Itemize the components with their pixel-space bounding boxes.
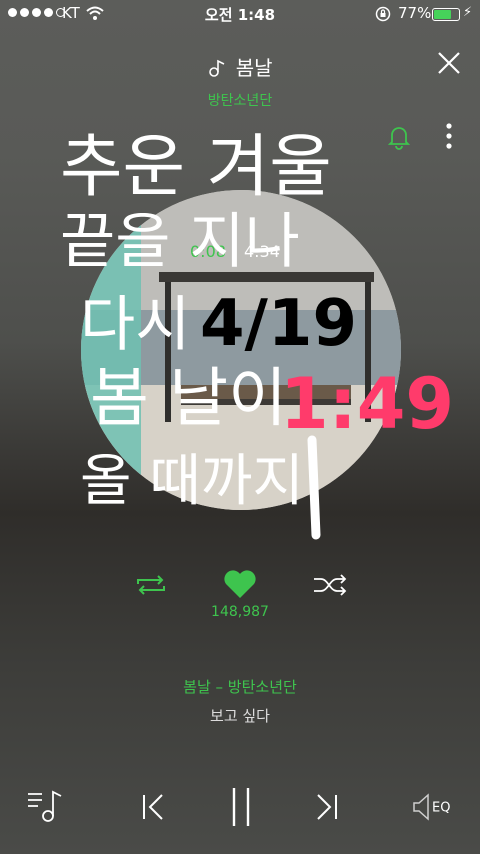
repeat-icon[interactable] xyxy=(134,572,168,602)
playback-time: 0:08 4:34 xyxy=(190,242,280,261)
battery-icon xyxy=(432,8,460,21)
shuffle-icon[interactable] xyxy=(312,572,348,602)
rotation-lock-icon xyxy=(375,6,391,26)
speaker-icon xyxy=(413,793,429,821)
music-note-icon xyxy=(207,56,235,80)
elapsed-time: 0:08 xyxy=(190,242,226,261)
more-options-icon[interactable] xyxy=(444,122,454,154)
bell-icon[interactable] xyxy=(387,124,411,154)
song-title: 봄날 xyxy=(235,56,273,80)
handwriting-line-1: 추운 겨울 xyxy=(60,128,332,207)
previous-track-button[interactable] xyxy=(138,792,168,826)
status-bar: KT 오전 1:48 77% ⚡ xyxy=(0,0,480,28)
song-title-row: 봄날 xyxy=(0,52,480,81)
equalizer-button[interactable]: EQ xyxy=(412,792,450,822)
album-art xyxy=(81,190,401,510)
lyric-line[interactable]: 보고 싶다 xyxy=(0,705,480,726)
total-time: 4:34 xyxy=(243,242,280,261)
now-playing-label: 봄날 – 방탄소년단 xyxy=(183,678,297,696)
pause-button[interactable] xyxy=(228,786,254,832)
charging-icon: ⚡ xyxy=(463,5,473,20)
artist-link[interactable]: 방탄소년단 xyxy=(0,90,480,110)
battery-percent: 77% xyxy=(398,4,432,22)
close-button[interactable] xyxy=(436,50,462,80)
playlist-icon[interactable] xyxy=(26,788,64,828)
like-count: 148,987 xyxy=(211,604,269,620)
next-track-button[interactable] xyxy=(312,792,342,826)
like-button[interactable] xyxy=(222,568,258,604)
eq-label: EQ xyxy=(432,800,451,816)
